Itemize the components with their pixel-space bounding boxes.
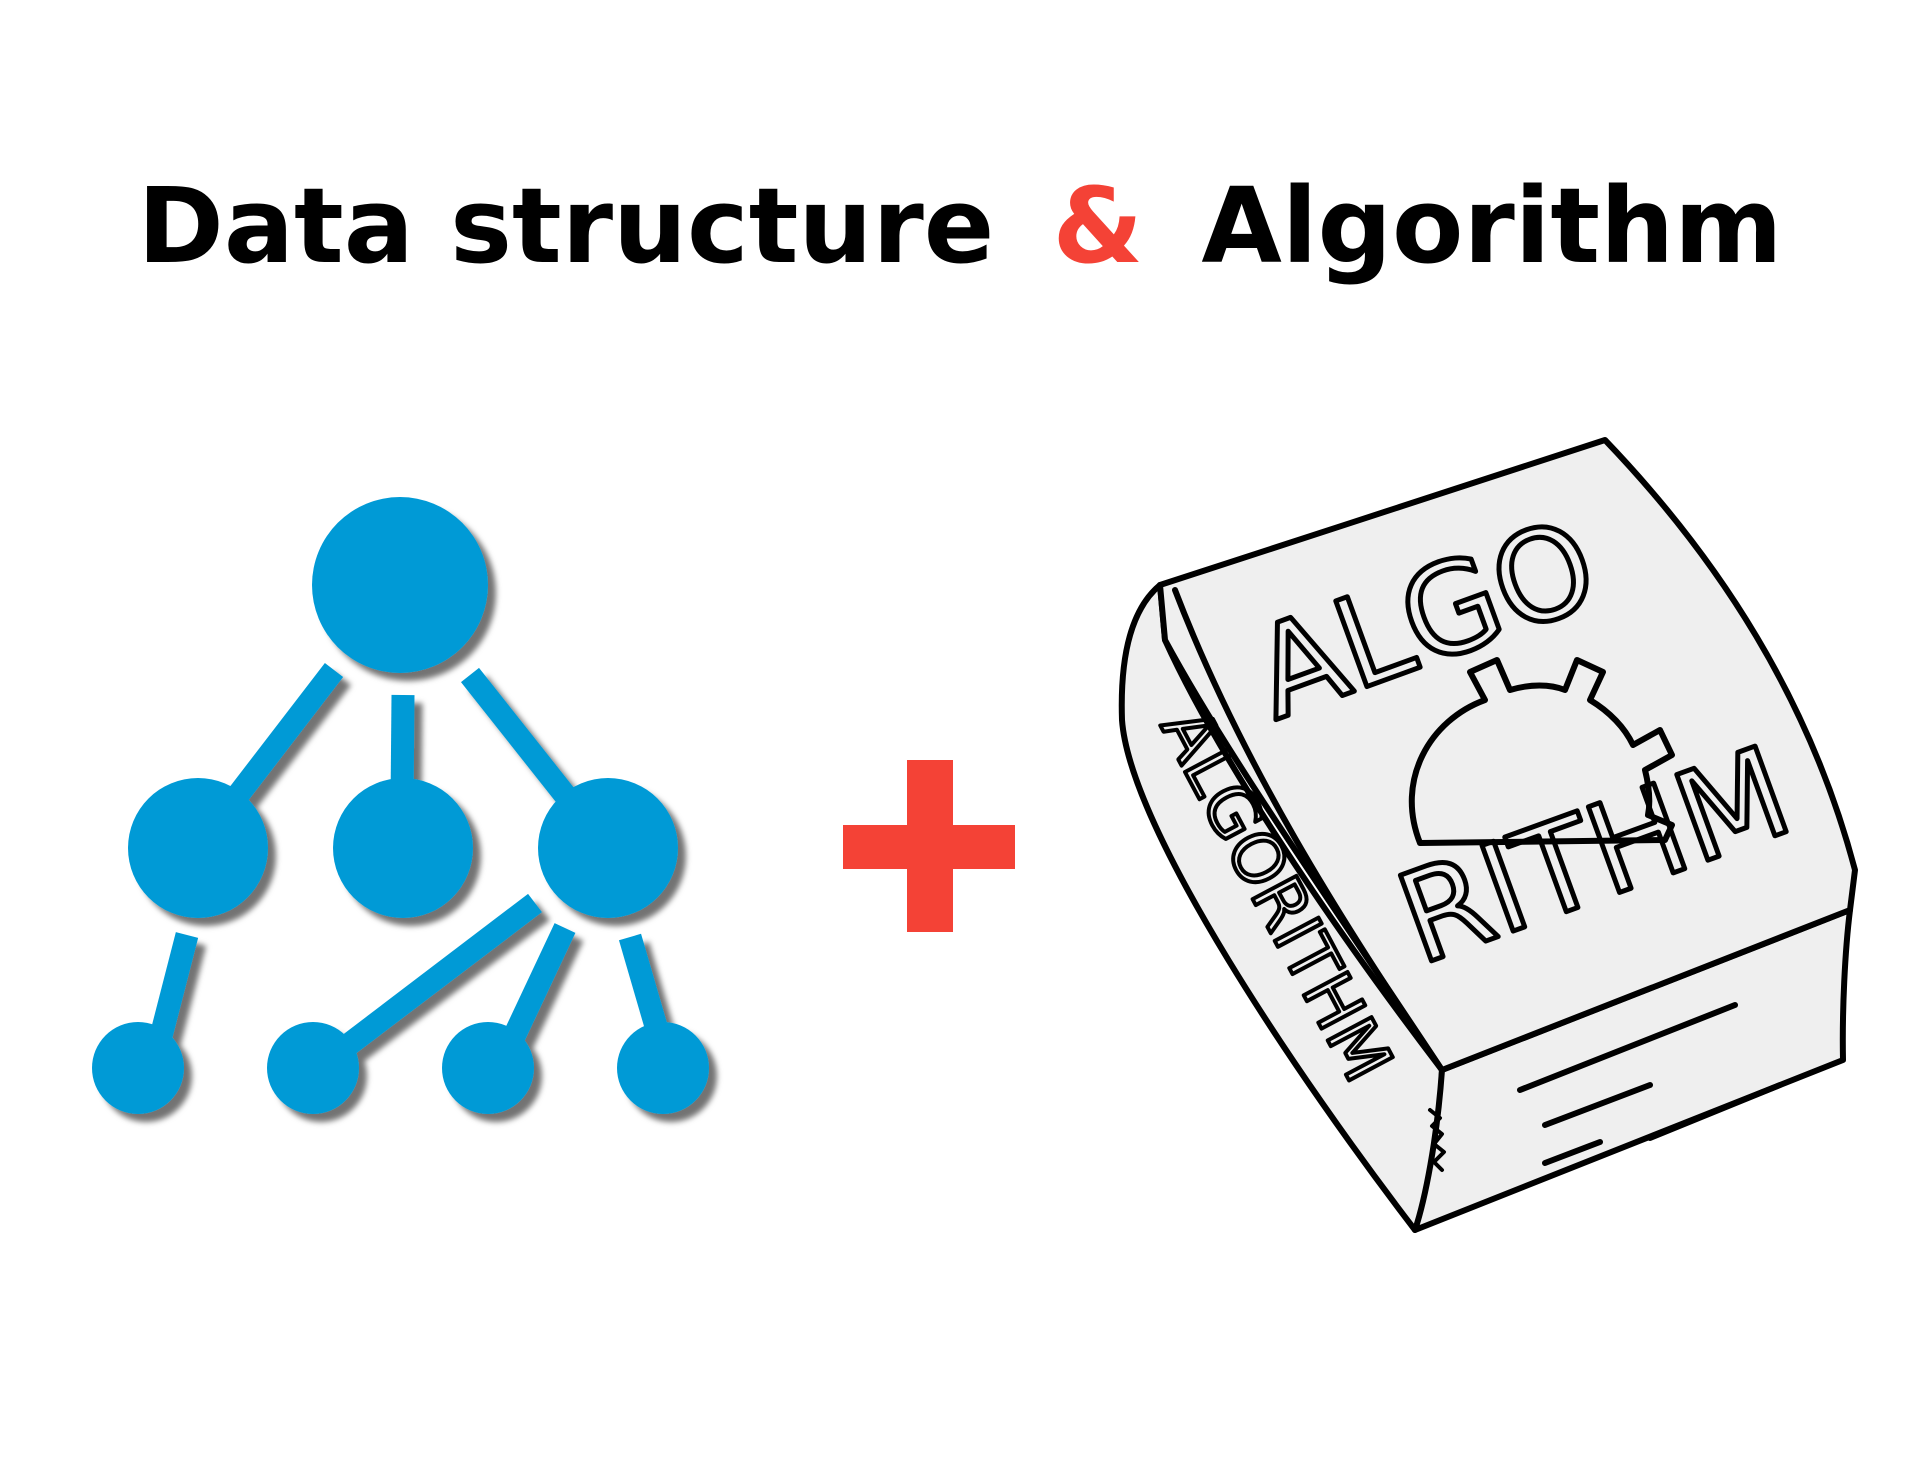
tree-leaf-node (442, 1022, 534, 1114)
diagram-canvas: Data structure & Algorithm ALGO RITHM AL… (92, 165, 1858, 1233)
title-part-algorithm: Algorithm (1201, 165, 1782, 287)
tree-edge (499, 923, 576, 1050)
tree-root-node (312, 497, 488, 673)
tree-leaf-node (92, 1022, 184, 1114)
tree-edge (460, 667, 575, 803)
algorithm-book-icon: ALGO RITHM ALGORITHM (1118, 437, 1858, 1233)
tree-child-node (538, 778, 678, 918)
tree-leaf-node (617, 1022, 709, 1114)
tree-child-node (333, 778, 473, 918)
tree-leaf-node (267, 1022, 359, 1114)
tree-edge (148, 932, 199, 1043)
tree-edge (228, 662, 344, 803)
tree-child-node (128, 778, 268, 918)
plus-horizontal-bar (843, 825, 1015, 869)
page-title: Data structure & Algorithm (137, 165, 1782, 287)
tree-structure-icon (92, 497, 709, 1114)
title-ampersand: & (1052, 165, 1143, 287)
plus-icon (843, 760, 1015, 932)
title-part-data-structure: Data structure (137, 165, 994, 287)
